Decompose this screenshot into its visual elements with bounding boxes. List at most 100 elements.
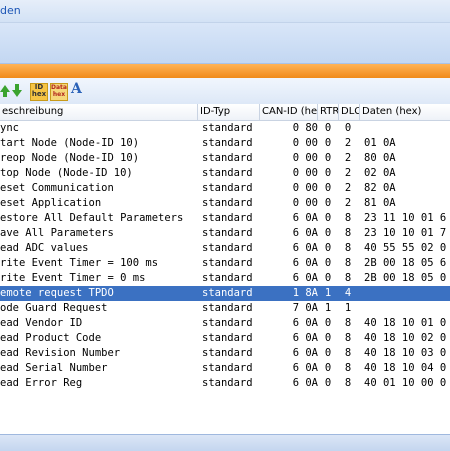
table-row[interactable]: eset Communication standard 0 00 0 2 82 0A [0, 181, 450, 196]
row-rtr: 0 [324, 362, 332, 374]
row-can-id: 0 00 [292, 152, 318, 164]
row-can-id: 0 00 [292, 182, 318, 194]
row-can-id: 6 0A [292, 257, 318, 269]
row-rtr: 0 [324, 317, 332, 329]
data-hex-top-label: Data [51, 84, 67, 91]
data-hex-icon[interactable]: Data hex [50, 83, 68, 101]
orange-tab-strip [0, 64, 450, 78]
row-description: ave All Parameters [0, 227, 114, 239]
row-data: 23 11 10 01 6 [364, 212, 447, 224]
row-dlc: 2 [344, 167, 352, 179]
row-data: 40 18 10 04 0 [364, 362, 447, 374]
table-row[interactable]: ead ADC values standard 6 0A 0 8 40 55 55 02 … [0, 241, 450, 256]
column-header-dlc[interactable]: DLC [339, 104, 360, 120]
menu-bar: den [0, 0, 450, 23]
row-dlc: 1 [344, 302, 352, 314]
row-data: 40 18 10 03 0 [364, 347, 447, 359]
row-data: 40 01 10 00 0 [364, 377, 447, 389]
table-row[interactable]: top Node (Node-ID 10) standard 0 00 0 2 02 0A [0, 166, 450, 181]
row-id-type: standard [202, 152, 253, 164]
row-can-id: 6 0A [292, 347, 318, 359]
row-description: eset Application [0, 197, 102, 209]
row-rtr: 0 [324, 197, 332, 209]
font-icon[interactable]: A [71, 81, 83, 97]
row-description: eset Communication [0, 182, 114, 194]
row-rtr: 1 [324, 302, 332, 314]
column-header-can-id[interactable]: CAN-ID (hex) [260, 104, 318, 120]
row-rtr: 0 [324, 122, 332, 134]
row-id-type: standard [202, 242, 253, 254]
table-row[interactable]: ead Error Reg standard 6 0A 0 8 40 01 10 00 0 [0, 376, 450, 391]
row-dlc: 8 [344, 347, 352, 359]
row-id-type: standard [202, 257, 253, 269]
row-can-id: 7 0A [292, 302, 318, 314]
row-rtr: 0 [324, 167, 332, 179]
row-data: 40 55 55 02 0 [364, 242, 447, 254]
row-can-id: 0 80 [292, 122, 318, 134]
id-hex-icon[interactable]: ID hex [30, 83, 48, 101]
row-id-type: standard [202, 302, 253, 314]
table-row[interactable]: rite Event Timer = 0 ms standard 6 0A 0 8 2B … [0, 271, 450, 286]
row-data: 23 10 10 01 7 [364, 227, 447, 239]
table-row[interactable]: emote request TPDO standard 1 8A 1 4 [0, 286, 450, 301]
row-data [364, 121, 450, 136]
id-hex-bottom-label: hex [31, 90, 47, 98]
row-description: rite Event Timer = 100 ms [0, 257, 159, 269]
row-dlc: 8 [344, 332, 352, 344]
row-dlc: 2 [344, 197, 352, 209]
row-can-id: 6 0A [292, 377, 318, 389]
row-data: 2B 00 18 05 6 [364, 257, 447, 269]
column-header-id-type[interactable]: ID-Typ [198, 104, 260, 120]
row-can-id: 6 0A [292, 362, 318, 374]
row-description: estore All Default Parameters [0, 212, 184, 224]
row-data [364, 301, 450, 316]
arrow-up-icon[interactable] [0, 83, 10, 99]
table-row[interactable]: eset Application standard 0 00 0 2 81 0A [0, 196, 450, 211]
row-description: ode Guard Request [0, 302, 108, 314]
table-row[interactable]: estore All Default Parameters standard 6 0… [0, 211, 450, 226]
table-row[interactable]: ead Revision Number standard 6 0A 0 8 40 18 1… [0, 346, 450, 361]
row-data: 81 0A [364, 197, 396, 209]
row-description: top Node (Node-ID 10) [0, 167, 133, 179]
row-dlc: 8 [344, 362, 352, 374]
row-rtr: 0 [324, 257, 332, 269]
row-dlc: 8 [344, 377, 352, 389]
row-rtr: 0 [324, 182, 332, 194]
row-data [364, 286, 450, 301]
table-row[interactable]: ync standard 0 80 0 0 [0, 121, 450, 136]
row-id-type: standard [202, 137, 253, 149]
table-row[interactable]: ead Vendor ID standard 6 0A 0 8 40 18 10 01 0 [0, 316, 450, 331]
row-rtr: 1 [324, 287, 332, 299]
row-data: 02 0A [364, 167, 396, 179]
column-header-data[interactable]: Daten (hex) [360, 104, 450, 120]
menu-item[interactable]: den [0, 4, 21, 17]
row-data: 01 0A [364, 137, 396, 149]
column-header-rtr[interactable]: RTR [318, 104, 339, 120]
table-row[interactable]: tart Node (Node-ID 10) standard 0 00 0 2 01 0… [0, 136, 450, 151]
table-row[interactable]: ode Guard Request standard 7 0A 1 1 [0, 301, 450, 316]
row-rtr: 0 [324, 272, 332, 284]
row-dlc: 8 [344, 257, 352, 269]
row-rtr: 0 [324, 242, 332, 254]
row-rtr: 0 [324, 137, 332, 149]
table-row[interactable]: reop Node (Node-ID 10) standard 0 00 0 2 80 0… [0, 151, 450, 166]
row-data: 2B 00 18 05 0 [364, 272, 447, 284]
row-id-type: standard [202, 347, 253, 359]
table-row[interactable]: ead Product Code standard 6 0A 0 8 40 18 10 0… [0, 331, 450, 346]
column-header-description[interactable]: eschreibung [0, 104, 198, 120]
row-dlc: 8 [344, 227, 352, 239]
arrow-down-icon[interactable] [12, 83, 22, 99]
row-description: ead Serial Number [0, 362, 108, 374]
row-can-id: 0 00 [292, 137, 318, 149]
table-row[interactable]: ead Serial Number standard 6 0A 0 8 40 18 10 … [0, 361, 450, 376]
row-dlc: 8 [344, 317, 352, 329]
row-data: 82 0A [364, 182, 396, 194]
row-description: reop Node (Node-ID 10) [0, 152, 140, 164]
row-dlc: 8 [344, 242, 352, 254]
row-id-type: standard [202, 362, 253, 374]
table-row[interactable]: rite Event Timer = 100 ms standard 6 0A 0 8 2… [0, 256, 450, 271]
row-can-id: 6 0A [292, 317, 318, 329]
row-rtr: 0 [324, 212, 332, 224]
table-row[interactable]: ave All Parameters standard 6 0A 0 8 23 10 10… [0, 226, 450, 241]
row-id-type: standard [202, 272, 253, 284]
